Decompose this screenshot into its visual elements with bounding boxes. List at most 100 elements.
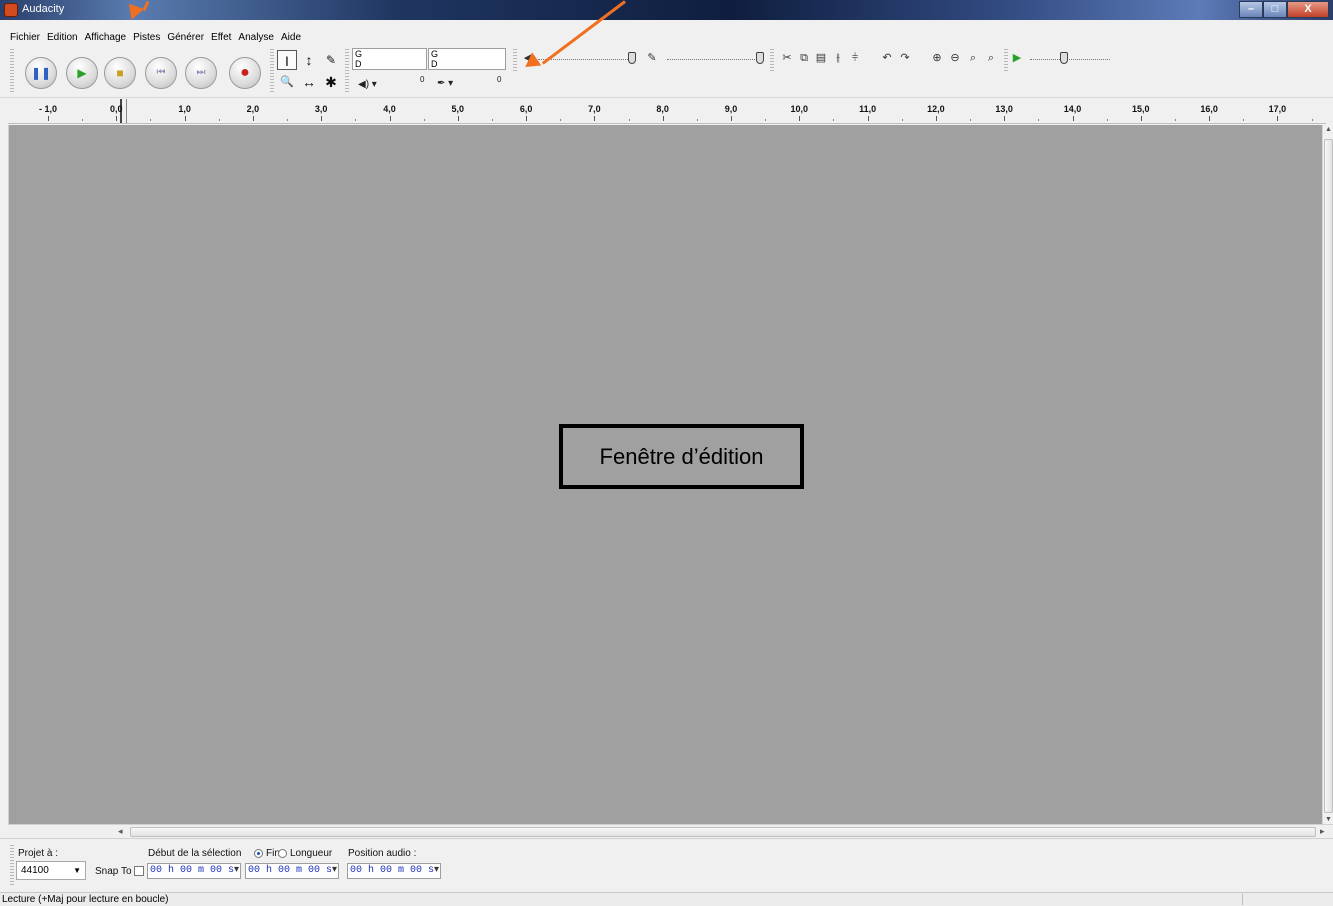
record-meter[interactable]: G D — [428, 48, 506, 70]
minimize-button[interactable]: – — [1239, 1, 1263, 18]
edit-grip[interactable] — [770, 49, 774, 73]
window-controls: – □ X — [1239, 1, 1329, 18]
scroll-down-icon[interactable]: ▼ — [1323, 816, 1333, 823]
ruler-minor-tick — [765, 119, 767, 121]
length-radio[interactable] — [278, 849, 287, 858]
snap-to-checkbox[interactable] — [134, 866, 144, 876]
multi-tool-icon[interactable]: ✱ — [321, 72, 341, 92]
speaker-icon[interactable]: ◀) ▾ — [358, 79, 377, 90]
envelope-tool-icon[interactable]: ↕ — [299, 50, 319, 70]
stop-icon: ■ — [116, 66, 124, 80]
audio-position-time[interactable]: 00 h 00 m 00 s▾ — [347, 863, 441, 879]
selbar-grip[interactable] — [10, 845, 14, 887]
ruler-label: 8,0 — [656, 104, 669, 114]
cut-icon[interactable]: ✂ — [780, 51, 794, 65]
mixer-grip[interactable] — [513, 49, 517, 73]
horizontal-scrollbar[interactable]: ◂ ▸ — [8, 824, 1333, 838]
ruler-major-tick — [116, 116, 118, 121]
stop-button[interactable]: ■ — [104, 57, 136, 89]
length-label: Longueur — [290, 848, 333, 859]
play-button[interactable]: ▶ — [66, 57, 98, 89]
meter-grip[interactable] — [345, 49, 349, 93]
mic-volume-icon: ✎ — [647, 52, 657, 64]
trim-icon[interactable]: ⫲ — [831, 51, 845, 65]
fit-selection-icon[interactable]: ⌕ — [966, 51, 980, 65]
fit-project-icon[interactable]: ⌕ — [984, 51, 998, 65]
project-rate-select[interactable]: 44100 ▼ — [16, 861, 86, 880]
ruler-label: 12,0 — [927, 104, 945, 114]
zoom-tool-icon[interactable]: 🔍 — [277, 72, 297, 92]
play-speed-slider[interactable] — [1030, 58, 1110, 60]
ruler-label: 9,0 — [724, 104, 738, 114]
ruler-minor-tick — [1174, 119, 1176, 121]
ruler-major-tick — [731, 116, 732, 121]
scroll-up-icon[interactable]: ▲ — [1323, 126, 1333, 133]
horizontal-scroll-thumb[interactable] — [130, 827, 1316, 837]
ruler-label: 11,0 — [859, 104, 877, 114]
pause-button[interactable]: ❚❚ — [25, 57, 57, 89]
microphone-icon[interactable]: ✒ ▾ — [437, 78, 453, 89]
ruler-label: 2,0 — [246, 104, 260, 114]
maximize-button[interactable]: □ — [1263, 1, 1287, 18]
toolbar-grip[interactable] — [10, 49, 14, 93]
ruler-label: 4,0 — [383, 104, 396, 114]
scroll-right-icon[interactable]: ▸ — [1320, 826, 1325, 837]
selection-start-time[interactable]: 00 h 00 m 00 s▾ — [147, 863, 241, 879]
zoom-in-icon[interactable]: ⊕ — [930, 51, 944, 65]
status-separator — [1242, 894, 1243, 905]
playback-volume-thumb[interactable] — [628, 52, 636, 64]
redo-icon[interactable]: ↷ — [898, 51, 912, 65]
ruler-major-tick — [457, 116, 459, 121]
paste-icon[interactable]: ▤ — [814, 51, 828, 65]
skip-start-icon: ⏮ — [156, 67, 166, 78]
menu-aide[interactable]: Aide — [281, 31, 301, 45]
copy-icon[interactable]: ⧉ — [797, 51, 811, 65]
timeline-ruler[interactable]: - 1,0 0,0 1,0 2,0 3,0 4,0 5,0 6,0 7,0 8,0 9,0 10,0 1… — [8, 98, 1326, 124]
main-toolbar: ❚❚ ▶ ■ ⏮ ⏭ ● — [0, 45, 1333, 98]
title-bar: Audacity – □ X — [0, 0, 1333, 20]
end-radio[interactable] — [254, 849, 263, 858]
draw-tool-icon[interactable]: ✎ — [321, 50, 341, 70]
zoom-out-icon[interactable]: ⊖ — [948, 51, 962, 65]
record-icon: ● — [240, 64, 250, 81]
playback-meter[interactable]: G D — [352, 48, 427, 70]
ruler-major-tick — [48, 116, 49, 121]
menu-affichage[interactable]: Affichage — [85, 31, 127, 45]
ruler-major-tick — [1140, 116, 1142, 121]
menu-edition[interactable]: Edition — [47, 31, 78, 45]
record-button[interactable]: ● — [229, 57, 261, 89]
record-volume-slider[interactable] — [667, 58, 757, 60]
menu-effet[interactable]: Effet — [211, 31, 231, 45]
undo-icon[interactable]: ↶ — [880, 51, 894, 65]
vertical-scroll-thumb[interactable] — [1324, 139, 1333, 813]
selection-end-time[interactable]: 00 h 00 m 00 s▾ — [245, 863, 339, 879]
ruler-minor-tick — [833, 119, 835, 121]
ruler-minor-tick — [1038, 119, 1040, 121]
vertical-scrollbar[interactable]: ▲ ▼ — [1322, 125, 1333, 824]
audacity-window: Audacity – □ X Fichier Edition Affichage… — [0, 0, 1333, 906]
menu-pistes[interactable]: Pistes — [133, 31, 160, 45]
edit-window-annotation: Fenêtre d’édition — [559, 424, 804, 489]
ruler-minor-tick — [901, 119, 903, 121]
menu-generer[interactable]: Générer — [167, 31, 204, 45]
tools-grip[interactable] — [270, 49, 274, 93]
timeshift-tool-icon[interactable]: ↔ — [299, 72, 319, 92]
menu-analyse[interactable]: Analyse — [238, 31, 274, 45]
silence-icon[interactable]: ⫩ — [848, 51, 862, 65]
play-at-speed-icon[interactable]: ▶ — [1010, 51, 1024, 65]
menu-fichier[interactable]: Fichier — [10, 31, 40, 45]
scroll-left-icon[interactable]: ◂ — [118, 826, 123, 837]
close-button[interactable]: X — [1287, 1, 1329, 18]
ruler-label: 6,0 — [519, 104, 533, 114]
selection-tool-icon[interactable]: I — [277, 50, 297, 70]
skip-end-button[interactable]: ⏭ — [185, 57, 217, 89]
skip-start-button[interactable]: ⏮ — [145, 57, 177, 89]
playat-grip[interactable] — [1004, 49, 1008, 73]
ruler-minor-tick — [560, 119, 562, 121]
ruler-minor-tick — [218, 119, 220, 121]
record-volume-thumb[interactable] — [756, 52, 764, 64]
play-speed-thumb[interactable] — [1060, 52, 1068, 64]
selection-start-value: 00 h 00 m 00 s — [150, 865, 235, 876]
ruler-major-tick — [1277, 116, 1279, 121]
ruler-minor-tick — [696, 119, 698, 121]
